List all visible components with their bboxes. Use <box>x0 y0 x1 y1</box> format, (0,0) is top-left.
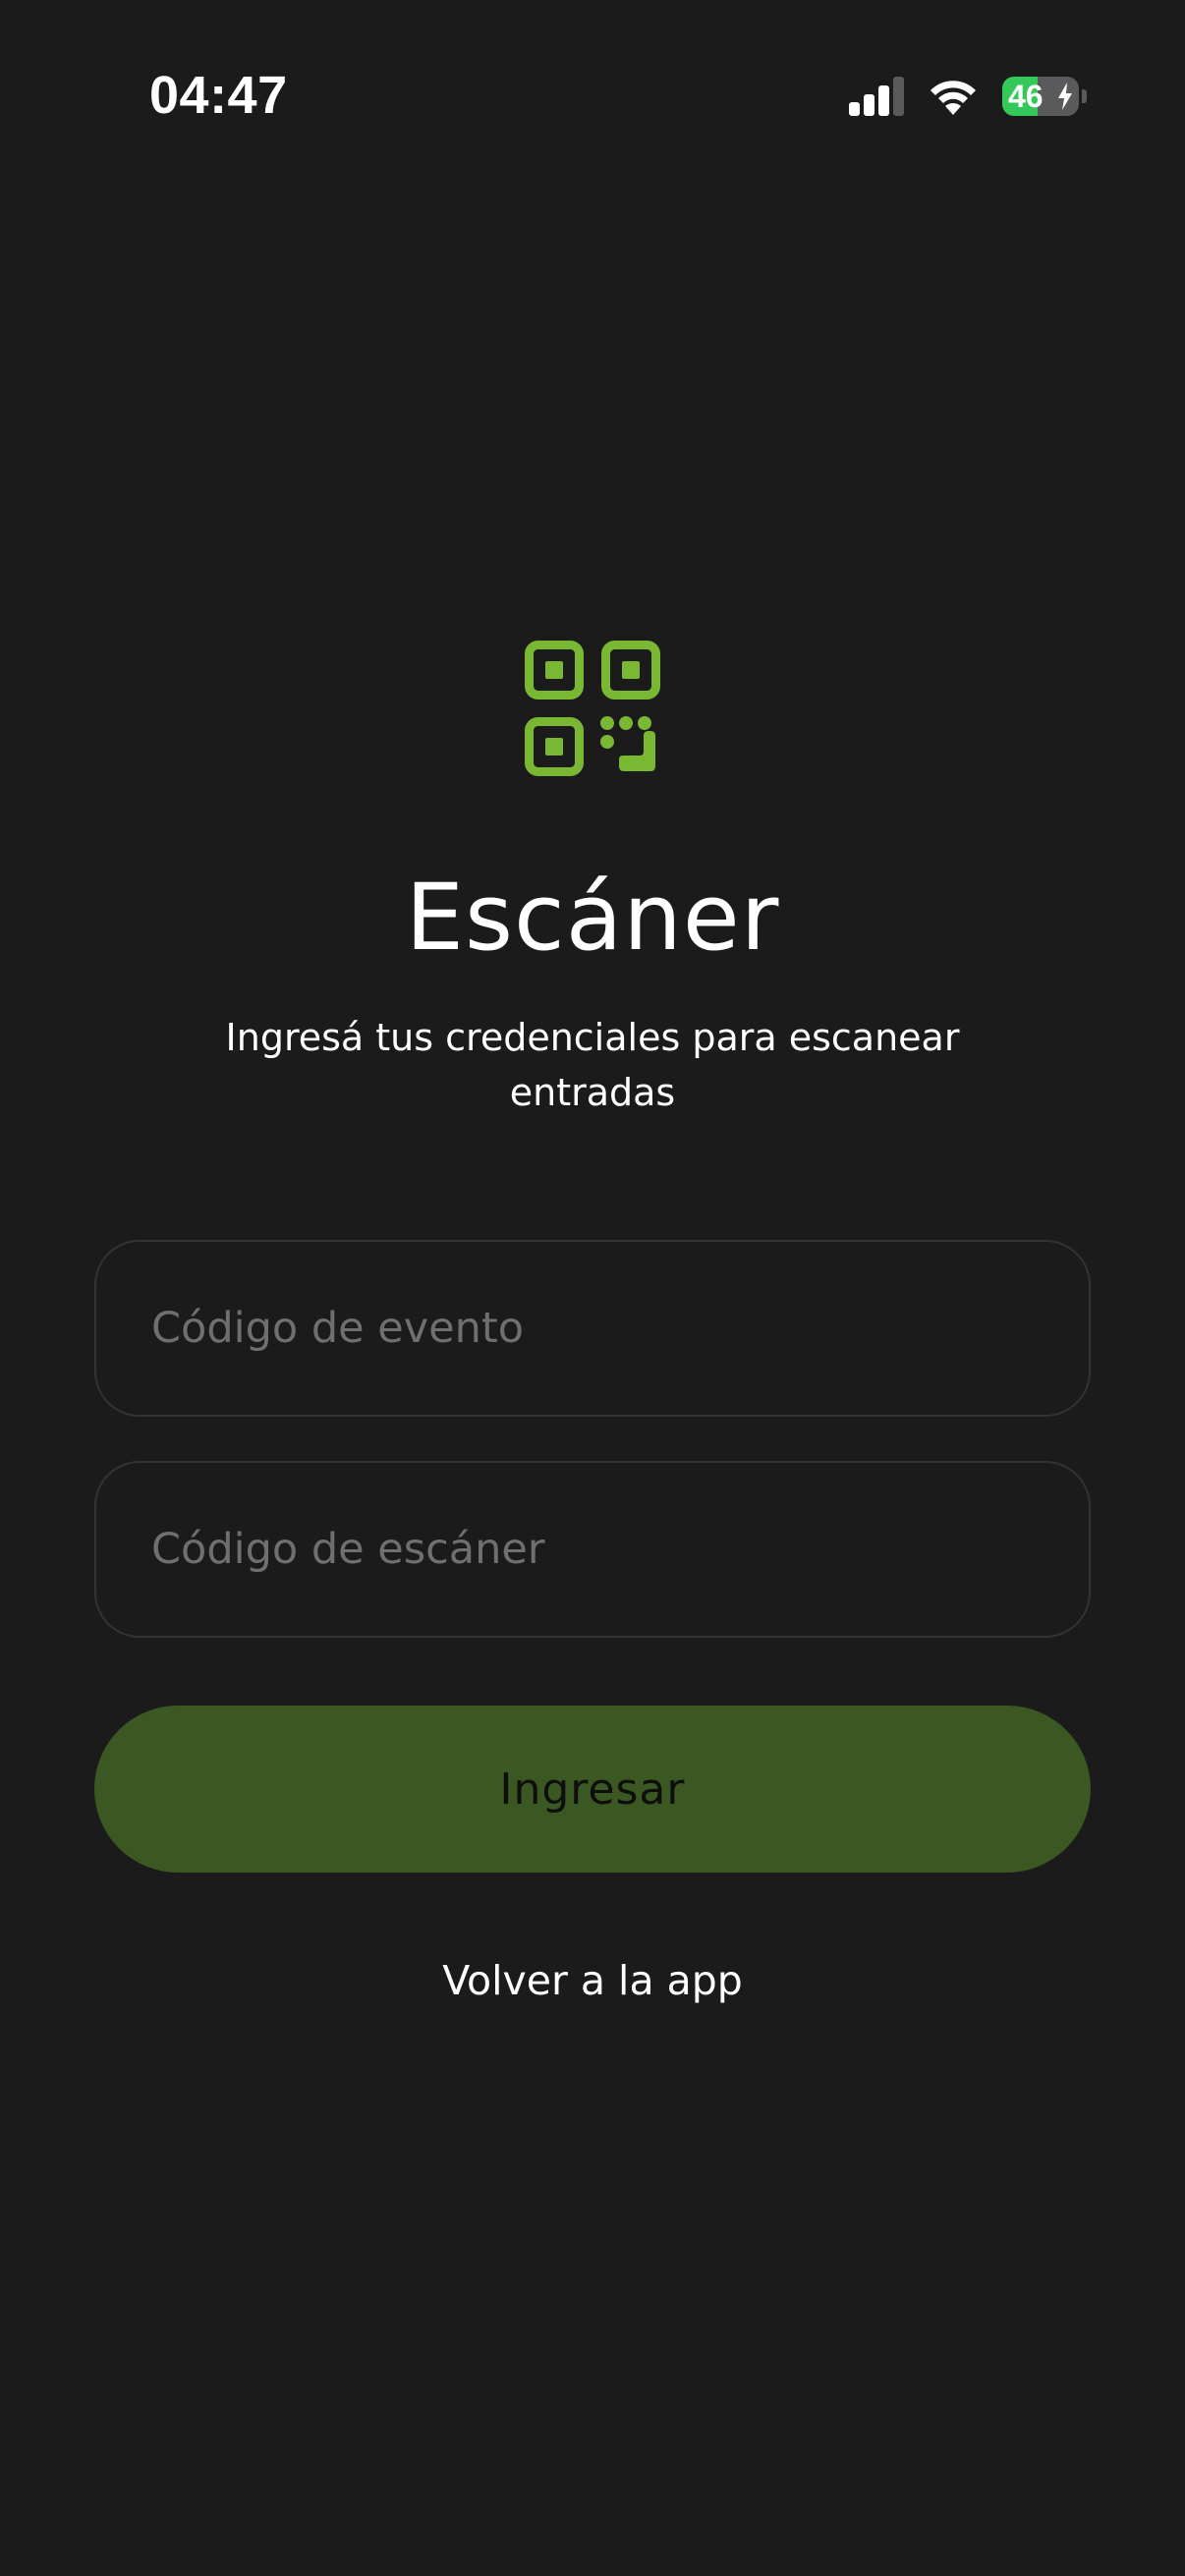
cellular-signal-icon <box>849 77 904 116</box>
page-subtitle: Ingresá tus credenciales para escanear e… <box>225 1016 960 1114</box>
wifi-icon <box>931 81 976 115</box>
status-indicators: 46 <box>849 73 1087 120</box>
battery-icon: 46 <box>1002 77 1079 116</box>
battery-percentage: 46 <box>1008 79 1044 114</box>
page-title: Escáner <box>405 865 780 972</box>
battery-nub <box>1082 89 1087 103</box>
charging-bolt-icon <box>1058 83 1072 110</box>
status-bar: 04:47 46 <box>0 0 1185 187</box>
scanner-code-input[interactable] <box>96 1463 1089 1636</box>
login-button[interactable]: Ingresar <box>94 1706 1091 1873</box>
event-code-input[interactable] <box>96 1242 1089 1415</box>
event-code-field[interactable] <box>94 1240 1091 1417</box>
back-to-app-link[interactable]: Volver a la app <box>0 1957 1185 2004</box>
qr-code-icon <box>525 641 660 776</box>
status-time: 04:47 <box>149 66 288 125</box>
scanner-code-field[interactable] <box>94 1461 1091 1638</box>
